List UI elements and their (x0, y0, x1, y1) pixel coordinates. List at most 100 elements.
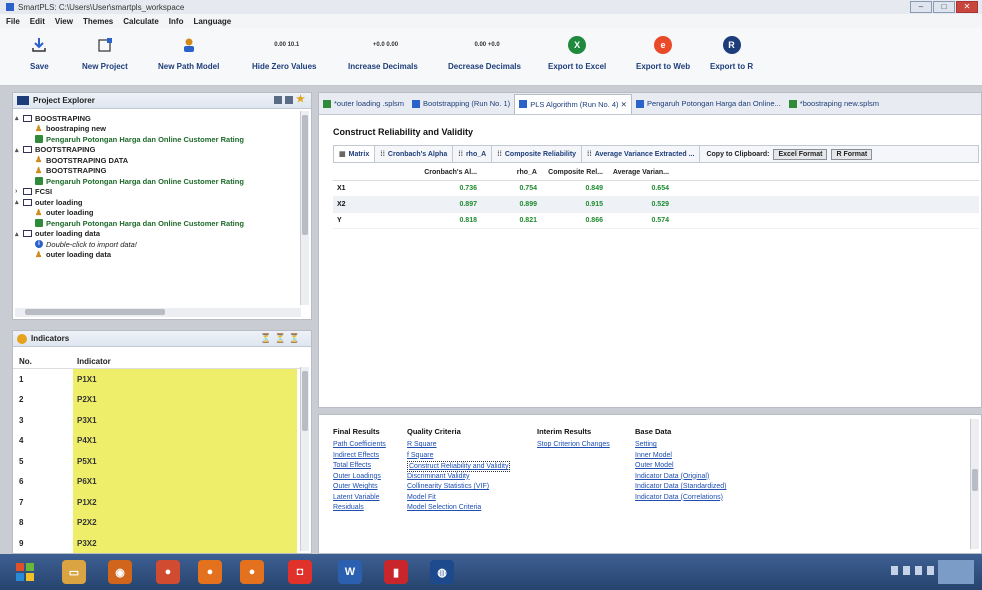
scroll-thumb[interactable] (302, 371, 308, 431)
maximize-button[interactable]: □ (933, 1, 955, 13)
save-button[interactable]: Save (30, 34, 49, 71)
result-link[interactable]: Latent Variable (333, 493, 386, 504)
indicator-row[interactable]: 3 P3X1 (13, 410, 303, 431)
project-horizontal-scrollbar[interactable] (15, 308, 301, 317)
result-link[interactable]: Setting (635, 440, 726, 451)
tree-item[interactable]: Pengaruh Potongan Harga dan Online Custo… (15, 218, 299, 229)
tray-volume-icon[interactable] (927, 566, 934, 575)
table-row[interactable]: Y 0.818 0.821 0.866 0.574 (333, 213, 979, 229)
minimize-button[interactable]: – (910, 1, 932, 13)
tree-twisty-icon[interactable]: ▴ (15, 114, 23, 122)
result-link[interactable]: Inner Model (635, 451, 726, 462)
tree-twisty-icon[interactable]: ▴ (15, 198, 23, 206)
tree-item[interactable]: ♟ BOOTSTRAPING (15, 166, 299, 177)
table-row[interactable]: X1 0.736 0.754 0.849 0.654 (333, 181, 979, 197)
project-vertical-scrollbar[interactable] (300, 111, 309, 305)
result-link[interactable]: Indirect Effects (333, 451, 386, 462)
firefox-icon[interactable]: ● (198, 560, 222, 584)
editor-tab[interactable]: PLS Algorithm (Run No. 4) ✕ (514, 93, 632, 114)
scroll-thumb[interactable] (302, 115, 308, 235)
indicator-row[interactable]: 7 P1X2 (13, 492, 303, 513)
result-link[interactable]: Indicator Data (Standardized) (635, 482, 726, 493)
filter-icons[interactable]: ⏳⏳⏳ (260, 333, 303, 344)
result-link[interactable]: Discriminant Validity (407, 472, 510, 483)
menu-calculate[interactable]: Calculate (123, 17, 159, 26)
tree-item[interactable]: ▴ outer loading data (15, 229, 299, 240)
tree-item[interactable]: ♟ BOOTSTRAPING DATA (15, 155, 299, 166)
collapse-icon[interactable] (274, 96, 282, 104)
r-format-button[interactable]: R Format (831, 148, 873, 160)
windows-start-icon[interactable] (10, 560, 40, 584)
result-link[interactable]: Outer Weights (333, 482, 386, 493)
new-path-model-button[interactable]: New Path Model (158, 34, 219, 71)
tree-item[interactable]: ♟ outer loading data (15, 250, 299, 261)
result-link[interactable]: Path Coefficients (333, 440, 386, 451)
menu-themes[interactable]: Themes (83, 17, 113, 26)
hide-zero-values-button[interactable]: 0.00 10.1 Hide Zero Values (252, 34, 316, 71)
indicator-row[interactable]: 1 P1X1 (13, 369, 303, 390)
result-link[interactable]: Collinearity Statistics (VIF) (407, 482, 510, 493)
scroll-thumb[interactable] (25, 309, 165, 315)
tray-network-icon[interactable] (915, 566, 922, 575)
new-project-button[interactable]: New Project (82, 34, 128, 71)
result-link[interactable]: Model Selection Criteria (407, 503, 510, 514)
tree-item[interactable]: › FCSI (15, 187, 299, 198)
decrease-decimals-button[interactable]: 0.00 +0.0 Decrease Decimals (448, 34, 521, 71)
table-row[interactable]: X2 0.897 0.899 0.915 0.529 (333, 197, 979, 213)
result-link[interactable]: Outer Model (635, 461, 726, 472)
report-subtab[interactable]: ⁞⁞ Cronbach's Alpha (375, 146, 454, 162)
menu-info[interactable]: Info (169, 17, 184, 26)
tree-item[interactable]: ♟ boostraping new (15, 124, 299, 135)
tree-twisty-icon[interactable]: › (15, 188, 23, 195)
system-tray[interactable] (891, 566, 934, 575)
result-link[interactable]: Construct Reliability and Validity (407, 461, 511, 472)
result-link[interactable]: Residuals (333, 503, 386, 514)
editor-tab[interactable]: *boostraping new.splsm (785, 94, 883, 114)
result-link[interactable]: Total Effects (333, 461, 386, 472)
tree-item[interactable]: ▴ outer loading (15, 197, 299, 208)
result-link[interactable]: R Square (407, 440, 510, 451)
result-link[interactable]: Model Fit (407, 493, 510, 504)
firefox-alt-icon[interactable]: ● (240, 560, 264, 584)
star-icon[interactable]: ★ (296, 95, 305, 105)
tree-item[interactable]: Pengaruh Potongan Harga dan Online Custo… (15, 176, 299, 187)
tree-twisty-icon[interactable]: ▴ (15, 230, 23, 238)
export-excel-button[interactable]: X Export to Excel (548, 34, 606, 71)
chrome-icon[interactable]: ● (156, 560, 180, 584)
file-explorer-icon[interactable]: ▭ (62, 560, 86, 584)
menu-file[interactable]: File (6, 17, 20, 26)
indicator-row[interactable]: 5 P5X1 (13, 451, 303, 472)
tree-item[interactable]: i Double-click to import data! (15, 239, 299, 250)
result-link[interactable]: Outer Loadings (333, 472, 386, 483)
report-subtab[interactable]: ⁞⁞ Average Variance Extracted ... (582, 146, 701, 162)
tree-twisty-icon[interactable]: ▴ (15, 146, 23, 154)
editor-tab[interactable]: Pengaruh Potongan Harga dan Online... (632, 94, 785, 114)
results-vertical-scrollbar[interactable] (970, 419, 979, 549)
tree-item[interactable]: ▴ BOOSTRAPING (15, 113, 299, 124)
report-subtab[interactable]: ▦ Matrix (334, 146, 376, 162)
indicator-row[interactable]: 2 P2X1 (13, 389, 303, 410)
export-web-button[interactable]: e Export to Web (636, 34, 690, 71)
app-red-icon[interactable]: ◘ (288, 560, 312, 584)
indicator-row[interactable]: 8 P2X2 (13, 512, 303, 533)
export-r-button[interactable]: R Export to R (710, 34, 753, 71)
indicator-row[interactable]: 6 P6X1 (13, 471, 303, 492)
result-link[interactable]: Stop Criterion Changes (537, 440, 610, 451)
tree-item[interactable]: Pengaruh Potongan Harga dan Online Custo… (15, 134, 299, 145)
close-button[interactable]: ✕ (956, 1, 978, 13)
report-subtab[interactable]: ⁞⁞ Composite Reliability (492, 146, 583, 162)
tray-flag-icon[interactable] (903, 566, 910, 575)
editor-tab[interactable]: Bootstrapping (Run No. 1) (408, 94, 514, 114)
pdf-icon[interactable]: ▮ (384, 560, 408, 584)
scroll-thumb[interactable] (972, 469, 978, 491)
clock[interactable] (938, 560, 974, 584)
editor-tab[interactable]: *outer loading .splsm (319, 94, 408, 114)
indicators-vertical-scrollbar[interactable] (300, 367, 309, 551)
increase-decimals-button[interactable]: +0.0 0.00 Increase Decimals (348, 34, 418, 71)
smartpls-icon[interactable]: ◍ (430, 560, 454, 584)
menu-edit[interactable]: Edit (30, 17, 45, 26)
indicator-row[interactable]: 9 P3X2 (13, 533, 303, 553)
word-icon[interactable]: W (338, 560, 362, 584)
indicator-row[interactable]: 4 P4X1 (13, 430, 303, 451)
result-link[interactable]: f Square (407, 451, 510, 462)
